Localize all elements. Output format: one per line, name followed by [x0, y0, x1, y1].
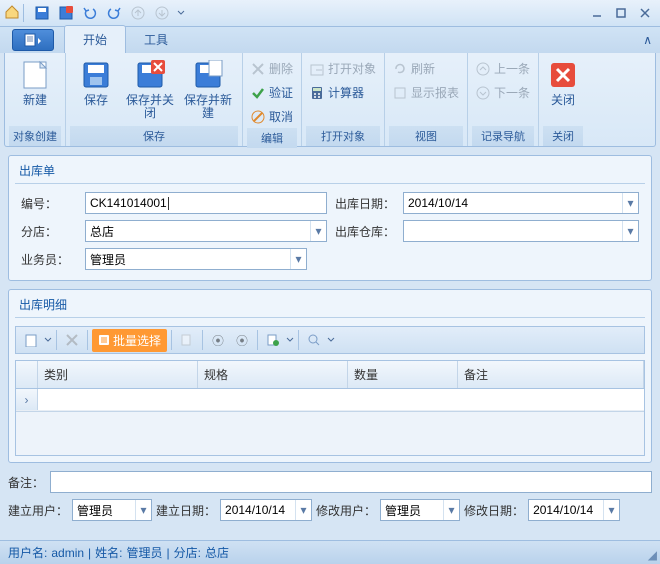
close-button[interactable]: [634, 3, 656, 23]
chevron-down-icon[interactable]: ▾: [622, 221, 638, 241]
col-spec[interactable]: 规格: [198, 361, 348, 388]
remark-label: 备注：: [8, 474, 44, 491]
resize-grip-icon[interactable]: ◢: [648, 548, 657, 562]
detail-grid[interactable]: 类别 规格 数量 备注 ›: [15, 360, 645, 456]
home-icon[interactable]: [4, 4, 20, 23]
clerk-label: 业务员：: [21, 251, 77, 268]
modify-user-combo[interactable]: 管理员▾: [380, 499, 460, 521]
detail-toolbar: 批量选择 ⦿ ⦿: [15, 326, 645, 354]
save-close-button[interactable]: 保存并关闭: [124, 55, 176, 124]
prev-record-button: 上一条: [472, 57, 534, 80]
quick-access-toolbar: [31, 3, 187, 23]
app-menu-button[interactable]: [12, 29, 54, 51]
dropdown-icon[interactable]: [44, 336, 52, 344]
ribbon-tabs: 开始 工具 ∧: [0, 27, 660, 53]
calculator-button[interactable]: 计算器: [306, 81, 380, 104]
collapse-ribbon-icon[interactable]: ∧: [643, 33, 652, 47]
no-input[interactable]: CK141014001: [85, 192, 327, 214]
col-qty[interactable]: 数量: [348, 361, 458, 388]
cancel-button[interactable]: 取消: [247, 105, 297, 128]
no-label: 编号：: [21, 195, 77, 212]
chevron-down-icon[interactable]: ▾: [310, 221, 326, 241]
row-indicator-icon: ›: [16, 389, 38, 410]
warehouse-label: 出库仓库：: [335, 223, 395, 240]
tab-start[interactable]: 开始: [64, 25, 126, 53]
create-date-combo[interactable]: 2014/10/14▾: [220, 499, 312, 521]
batch-select-button[interactable]: 批量选择: [92, 329, 167, 352]
panel-title: 出库单: [9, 156, 651, 183]
remark-input[interactable]: [50, 471, 652, 493]
undo-icon[interactable]: [79, 3, 101, 23]
last-icon: ⦿: [231, 329, 253, 351]
modify-date-combo[interactable]: 2014/10/14▾: [528, 499, 620, 521]
chevron-down-icon[interactable]: ▾: [622, 193, 638, 213]
branch-combo[interactable]: 总店▾: [85, 220, 327, 242]
status-bar: 用户名:admin | 姓名:管理员 | 分店:总店 ◢: [0, 540, 660, 564]
export-icon[interactable]: [262, 329, 284, 351]
close-form-button[interactable]: 关闭: [543, 55, 583, 111]
chevron-down-icon[interactable]: ▾: [290, 249, 306, 269]
prev-icon: [127, 3, 149, 23]
branch-label: 分店：: [21, 223, 77, 240]
detail-title: 出库明细: [9, 290, 651, 317]
show-report-button: 显示报表: [389, 81, 463, 104]
copy-icon: [176, 329, 198, 351]
new-row-icon[interactable]: [20, 329, 42, 351]
next-icon: [151, 3, 173, 23]
outbound-panel: 出库单 编号： CK141014001 出库日期： 2014/10/14▾ 分店…: [8, 155, 652, 281]
col-category[interactable]: 类别: [38, 361, 198, 388]
modify-date-label: 修改日期：: [464, 502, 524, 519]
maximize-button[interactable]: [610, 3, 632, 23]
next-record-button: 下一条: [472, 81, 534, 104]
date-input[interactable]: 2014/10/14▾: [403, 192, 639, 214]
minimize-button[interactable]: [586, 3, 608, 23]
delete-button: 删除: [247, 57, 297, 80]
search-icon[interactable]: [303, 329, 325, 351]
ribbon: 新建 对象创建 保存 保存并关闭 保存并新建 保存 删除 验证 取消 编辑 打开…: [4, 53, 656, 147]
save-icon[interactable]: [31, 3, 53, 23]
validate-button[interactable]: 验证: [247, 81, 297, 104]
qat-dropdown-icon[interactable]: [175, 3, 187, 23]
clerk-combo[interactable]: 管理员▾: [85, 248, 307, 270]
dropdown-icon[interactable]: [286, 336, 294, 344]
date-label: 出库日期：: [335, 195, 395, 212]
tab-tools[interactable]: 工具: [126, 26, 186, 53]
open-object-button: 打开对象: [306, 57, 380, 80]
warehouse-combo[interactable]: ▾: [403, 220, 639, 242]
create-date-label: 建立日期：: [156, 502, 216, 519]
new-button[interactable]: 新建: [9, 55, 61, 111]
first-icon: ⦿: [207, 329, 229, 351]
redo-icon[interactable]: [103, 3, 125, 23]
dropdown-icon[interactable]: [327, 336, 335, 344]
detail-panel: 出库明细 批量选择 ⦿ ⦿ 类别 规格 数量 备注 ›: [8, 289, 652, 463]
col-remark[interactable]: 备注: [458, 361, 644, 388]
save-button[interactable]: 保存: [70, 55, 122, 111]
save-close-icon[interactable]: [55, 3, 77, 23]
delete-row-icon: [61, 329, 83, 351]
create-user-label: 建立用户：: [8, 502, 68, 519]
table-row[interactable]: ›: [16, 389, 644, 411]
refresh-button: 刷新: [389, 57, 463, 80]
create-user-combo[interactable]: 管理员▾: [72, 499, 152, 521]
title-bar: [0, 0, 660, 27]
save-new-button[interactable]: 保存并新建: [178, 55, 238, 124]
modify-user-label: 修改用户：: [316, 502, 376, 519]
